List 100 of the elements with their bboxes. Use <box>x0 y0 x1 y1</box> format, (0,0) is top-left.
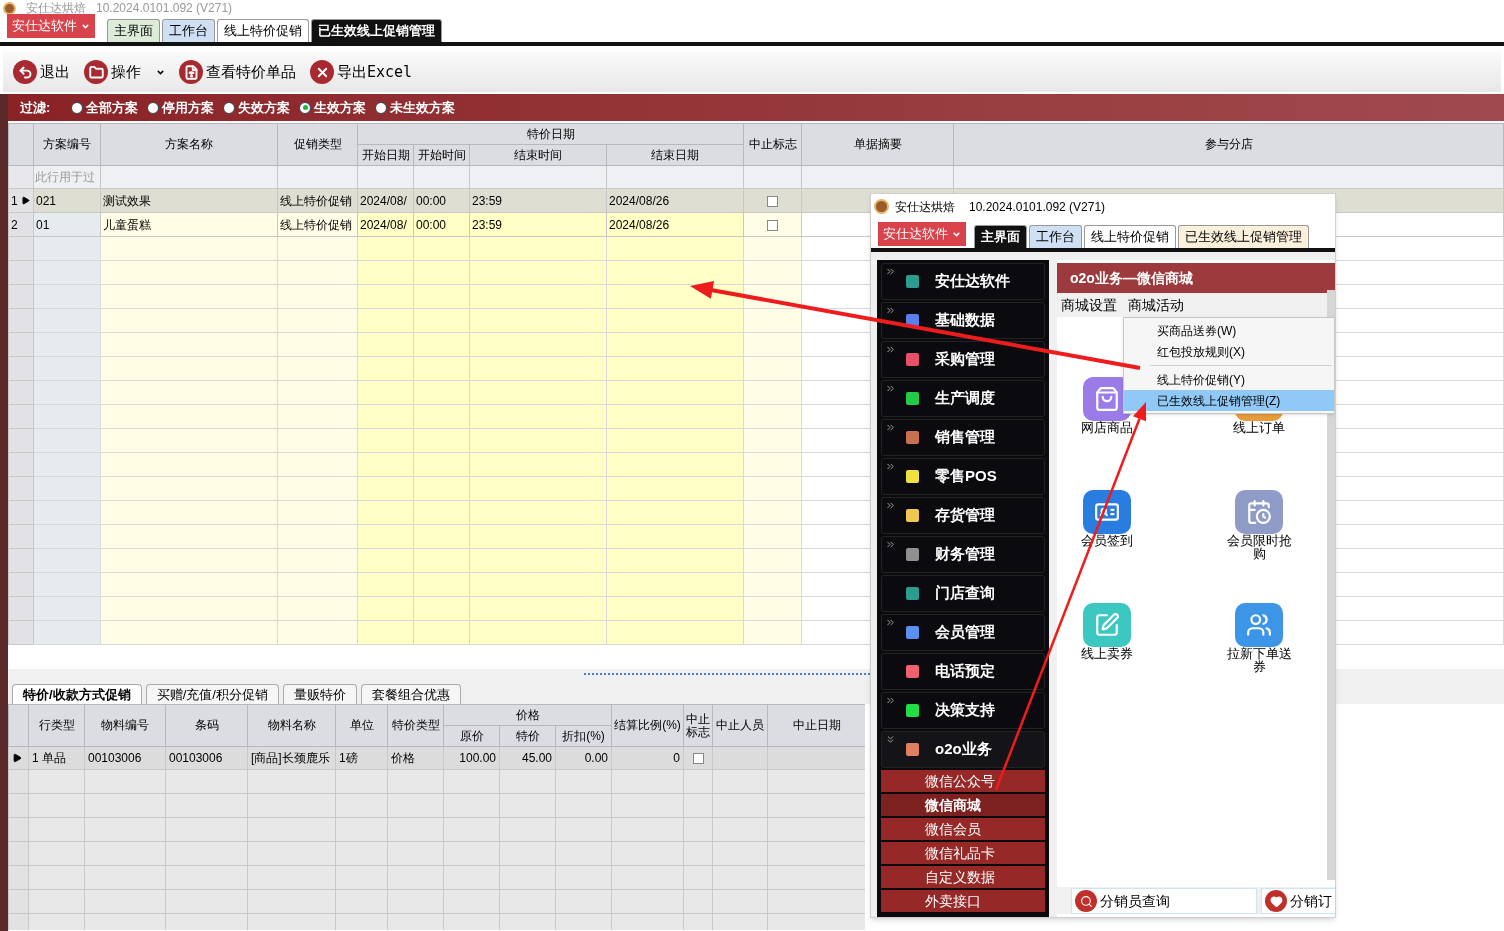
nav-item[interactable]: o2o业务 <box>881 731 1045 768</box>
menu-item[interactable]: 商城活动 <box>1128 294 1184 316</box>
radio-option[interactable]: 失效方案 <box>223 97 291 118</box>
document-icon <box>179 60 203 84</box>
checkbox[interactable] <box>767 195 778 207</box>
nav-item[interactable]: 存货管理 <box>881 497 1045 534</box>
tab[interactable]: 工作台 <box>1029 225 1082 248</box>
folder-icon <box>84 60 108 84</box>
tab[interactable]: 量贩特价 <box>282 684 357 704</box>
nav-item[interactable]: 财务管理 <box>881 536 1045 573</box>
chevron-icon <box>885 539 896 550</box>
nav-item[interactable]: 基础数据 <box>881 302 1045 339</box>
radio-option[interactable]: 生效方案 <box>299 97 367 118</box>
chevron-icon <box>885 695 896 706</box>
table-cell: 00:00 <box>416 217 447 232</box>
nav-subitem[interactable]: 微信商城 <box>881 794 1045 816</box>
module-tile[interactable]: 拉新下单送券 <box>1204 603 1314 693</box>
toolbar-button[interactable]: 查看特价单品 <box>179 60 296 84</box>
tab[interactable]: 买赠/充值/积分促销 <box>145 684 279 704</box>
nav-item[interactable]: 采购管理 <box>881 341 1045 378</box>
checkbox[interactable] <box>767 219 778 231</box>
toolbar-button[interactable]: 退出 <box>13 60 70 84</box>
table-cell: 1磅 <box>339 751 358 765</box>
search-icon <box>1075 890 1097 912</box>
app-menu-button[interactable]: 安仕达软件 <box>7 14 95 38</box>
tab[interactable]: 特价/收款方式促销 <box>12 684 142 704</box>
row-number: 2 <box>11 216 18 234</box>
table-cell: 2024/08/26 <box>609 217 670 232</box>
current-row-icon <box>20 196 30 205</box>
checkbox[interactable] <box>692 753 704 765</box>
tab[interactable]: 工作台 <box>162 19 215 42</box>
tab[interactable]: 线上特价促销 <box>1084 225 1176 248</box>
tab[interactable]: 线上特价促销 <box>217 19 309 42</box>
app-logo-icon <box>3 1 16 15</box>
link-button[interactable]: 分销员查询 <box>1071 888 1257 914</box>
tab[interactable]: 套餐组合优惠 <box>360 684 461 704</box>
nav-item[interactable]: 门店查询 <box>881 575 1045 612</box>
nav-subitem[interactable]: 自定义数据 <box>881 866 1045 888</box>
detail-row[interactable]: 1 单品 00103006 00103006 [商品]长颈鹿乐 1磅 价格 100.00 45.00 0.00 0 <box>8 746 865 770</box>
table-cell: 0.00 <box>584 751 608 765</box>
column-header: 结算比例(%) <box>611 704 684 747</box>
nav-item[interactable]: 会员管理 <box>881 614 1045 651</box>
menu-item[interactable]: 商城设置 <box>1061 294 1117 316</box>
toolbar-button[interactable]: 导出Excel <box>310 60 413 84</box>
column-group-header: 价格 <box>443 704 612 726</box>
tab[interactable]: 已生效线上促销管理 <box>1178 225 1309 248</box>
radio-option[interactable]: 全部方案 <box>71 97 139 118</box>
chevron-icon <box>885 422 896 433</box>
column-header: 中止标志 <box>743 123 802 166</box>
nav-subitem[interactable]: 外卖接口 <box>881 890 1045 912</box>
app-menu-button[interactable]: 安仕达软件 <box>878 222 966 246</box>
column-header: 单位 <box>335 704 388 747</box>
nav-item[interactable]: 电话预定 <box>881 653 1045 690</box>
chevron-icon <box>885 461 896 472</box>
app-logo-icon <box>874 199 889 214</box>
tab[interactable]: 主界面 <box>974 225 1027 248</box>
module-tile[interactable]: 线上卖券 <box>1059 603 1155 693</box>
current-row-icon <box>12 753 22 763</box>
table-cell: 测试效果 <box>103 193 151 208</box>
chevron-icon <box>885 734 896 745</box>
link-button[interactable]: 分销订 <box>1261 888 1335 914</box>
nav-item[interactable]: 销售管理 <box>881 419 1045 456</box>
menu-option[interactable]: 已生效线上促销管理(Z) <box>1124 390 1334 411</box>
radio-option[interactable]: 停用方案 <box>147 97 215 118</box>
nav-subitem[interactable]: 微信礼品卡 <box>881 842 1045 864</box>
row-number: 1 <box>11 192 18 210</box>
menu-option[interactable]: 红包投放规则(X) <box>1124 341 1334 362</box>
column-header: 物料编号 <box>84 704 166 747</box>
table-cell: 1 单品 <box>32 751 66 765</box>
module-tile[interactable]: 会员限时抢购 <box>1204 490 1314 580</box>
table-cell: 价格 <box>391 751 415 765</box>
tab[interactable]: 已生效线上促销管理 <box>311 19 442 42</box>
table-cell: 2024/08/ <box>360 217 407 232</box>
radio-option[interactable]: 未生效方案 <box>375 97 456 118</box>
app-name: 安仕达烘焙 <box>26 0 86 17</box>
toolbar-button[interactable]: 操作 <box>84 60 165 84</box>
close-icon <box>310 60 334 84</box>
table-cell: 0 <box>673 751 680 765</box>
menu-option[interactable]: 买商品送券(W) <box>1124 320 1334 341</box>
table-cell: 00103006 <box>88 751 142 765</box>
nav-subitem[interactable]: 微信会员 <box>881 818 1045 840</box>
nav-item[interactable]: 安仕达软件 <box>881 263 1045 300</box>
column-group-header: 特价日期 <box>357 123 744 145</box>
undo-icon <box>13 60 37 84</box>
nav-item[interactable]: 生产调度 <box>881 380 1045 417</box>
nav-item[interactable]: 零售POS <box>881 458 1045 495</box>
column-header: 中止标志 <box>683 704 713 747</box>
chevron-icon <box>885 500 896 511</box>
nav-subitem[interactable]: 微信公众号 <box>881 770 1045 792</box>
table-cell: 儿童蛋糕 <box>103 217 151 232</box>
panel-header: o2o业务—微信商城 <box>1057 263 1335 293</box>
column-header: 方案编号 <box>33 123 101 166</box>
column-header: 物料名称 <box>247 704 336 747</box>
column-header: 中止日期 <box>767 704 865 747</box>
column-header: 特价类型 <box>387 704 444 747</box>
tab[interactable]: 主界面 <box>107 19 160 42</box>
nav-item[interactable]: 决策支持 <box>881 692 1045 729</box>
menu-option[interactable]: 线上特价促销(Y) <box>1124 369 1334 390</box>
table-cell: 100.00 <box>459 751 496 765</box>
table-cell: 23:59 <box>472 193 503 208</box>
